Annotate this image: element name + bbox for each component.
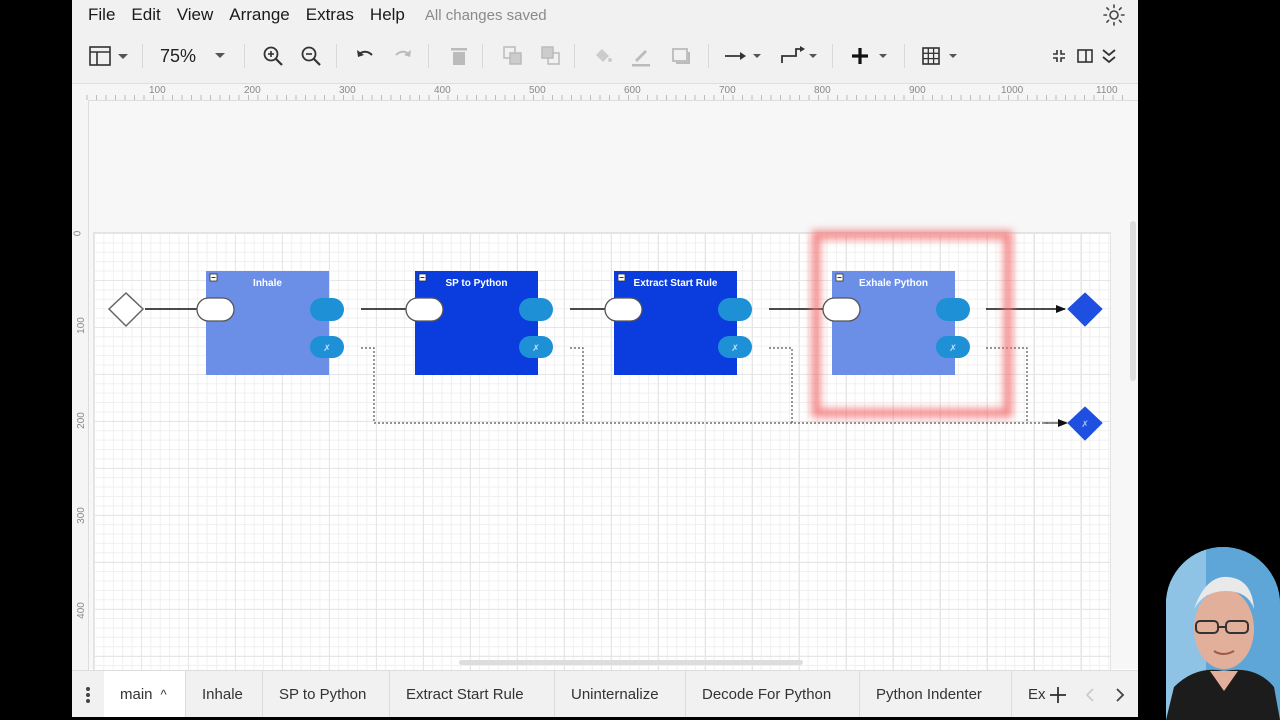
diagram-canvas[interactable]: ✗ Inhale ✗ SP to Python ✗ Extract Start Rule ✗… (89, 101, 1138, 674)
input-port (822, 297, 861, 322)
format-panel-icon[interactable] (86, 42, 132, 70)
error-port-glyph: ✗ (323, 343, 331, 353)
ruler-label: 1100 (1096, 85, 1118, 96)
drawio-app: File Edit View Arrange Extras Help All c… (72, 0, 1138, 717)
tab-label: main (120, 686, 153, 703)
tab-label: Ex (1028, 686, 1046, 703)
add-page-icon[interactable] (1046, 683, 1070, 707)
output-port (936, 298, 970, 321)
insert-plus-icon[interactable] (848, 42, 892, 70)
ruler-label: 100 (75, 317, 87, 334)
ruler-label: 1000 (1001, 85, 1024, 96)
ruler-label: 800 (814, 85, 831, 96)
box-label: Extract Start Rule (634, 278, 718, 289)
input-port (405, 297, 444, 322)
ruler-label: 200 (244, 85, 261, 96)
menu-help[interactable]: Help (370, 5, 405, 25)
ruler-label: 300 (339, 85, 356, 96)
zoom-in-icon[interactable] (260, 42, 286, 70)
tab-main[interactable]: main ^ (104, 671, 186, 717)
ruler-label: 300 (75, 507, 87, 524)
tab-sp-to-python[interactable]: SP to Python (263, 671, 390, 717)
tab-label: SP to Python (279, 686, 367, 703)
tab-inhale[interactable]: Inhale (186, 671, 263, 717)
error-end-glyph: ✗ (1081, 419, 1089, 429)
pages-menu-icon[interactable] (72, 671, 104, 717)
tab-label: Extract Start Rule (406, 686, 524, 703)
error-port-glyph: ✗ (532, 343, 540, 353)
box-label: SP to Python (445, 278, 507, 289)
ruler-label: 200 (75, 412, 87, 429)
ruler-label: 600 (624, 85, 641, 96)
zoom-dropdown[interactable]: 75% (160, 42, 230, 70)
tab-python-indenter[interactable]: Python Indenter (860, 671, 1012, 717)
tab-decode-for-python[interactable]: Decode For Python (686, 671, 860, 717)
redo-icon[interactable] (390, 42, 416, 70)
ruler-label: 400 (75, 602, 87, 619)
tab-caret-icon: ^ (160, 687, 167, 702)
panel-toggle-icon[interactable] (1074, 42, 1096, 70)
fill-color-icon[interactable] (590, 42, 616, 70)
output-port (519, 298, 553, 321)
collapse-icon[interactable] (1048, 42, 1070, 70)
box-extract-start-rule[interactable]: ✗ Extract Start Rule (604, 271, 752, 375)
error-port-glyph: ✗ (949, 343, 957, 353)
tab-label: Inhale (202, 686, 243, 703)
error-port-glyph: ✗ (731, 343, 739, 353)
page-tabbar: main ^ Inhale SP to Python Extract Start… (72, 670, 1138, 717)
delete-icon[interactable] (446, 42, 472, 70)
box-label: Exhale Python (859, 278, 928, 289)
shadow-icon[interactable] (668, 42, 694, 70)
tab-uninternalize[interactable]: Uninternalize (555, 671, 686, 717)
vertical-ruler: 0 100 200 300 400 (72, 100, 89, 670)
input-port (196, 297, 235, 322)
box-sp-to-python[interactable]: ✗ SP to Python (405, 271, 553, 375)
to-back-icon[interactable] (538, 42, 564, 70)
tab-label: Python Indenter (876, 686, 982, 703)
menubar: File Edit View Arrange Extras Help All c… (72, 0, 1138, 30)
output-port (310, 298, 344, 321)
menu-file[interactable]: File (88, 5, 115, 25)
theme-sun-icon[interactable] (1102, 3, 1126, 27)
tab-label: Uninternalize (571, 686, 659, 703)
line-color-icon[interactable] (628, 42, 654, 70)
prev-page-icon[interactable] (1082, 685, 1098, 705)
waypoints-icon[interactable] (778, 42, 822, 70)
to-front-icon[interactable] (500, 42, 526, 70)
input-port (604, 297, 643, 322)
ruler-label: 900 (909, 85, 926, 96)
zoom-out-icon[interactable] (298, 42, 324, 70)
save-status: All changes saved (424, 6, 547, 24)
tab-label: Decode For Python (702, 686, 832, 703)
ruler-label: 500 (529, 85, 546, 96)
output-port (718, 298, 752, 321)
ruler-label: 400 (434, 85, 451, 96)
undo-icon[interactable] (352, 42, 378, 70)
ruler-label: 0 (72, 230, 84, 237)
box-label: Inhale (253, 278, 282, 289)
workflow-diagram: ✗Inhale✗SP to Python✗Extract Start Rule✗… (107, 230, 1103, 441)
end-event-icon[interactable] (1067, 292, 1103, 327)
ruler-label: 700 (719, 85, 736, 96)
webcam-overlay (1166, 547, 1280, 720)
more-icon[interactable] (1098, 42, 1120, 70)
connection-icon[interactable] (722, 42, 766, 70)
menu-view[interactable]: View (177, 5, 214, 25)
tab-extract-start-rule[interactable]: Extract Start Rule (390, 671, 555, 717)
toolbar: 75% (72, 30, 1138, 84)
zoom-value: 75% (160, 45, 197, 66)
ruler-label: 100 (149, 85, 166, 96)
horizontal-ruler: 100 200 300 400 500 600 700 800 900 1000… (72, 84, 1138, 101)
menu-arrange[interactable]: Arrange (229, 5, 289, 25)
menu-extras[interactable]: Extras (306, 5, 354, 25)
menu-edit[interactable]: Edit (131, 5, 160, 25)
start-event-icon[interactable] (107, 291, 145, 328)
box-exhale-python[interactable]: ✗ Exhale Python (822, 271, 970, 375)
box-inhale[interactable]: ✗ Inhale (196, 271, 344, 375)
next-page-icon[interactable] (1112, 685, 1128, 705)
table-icon[interactable] (920, 42, 964, 70)
